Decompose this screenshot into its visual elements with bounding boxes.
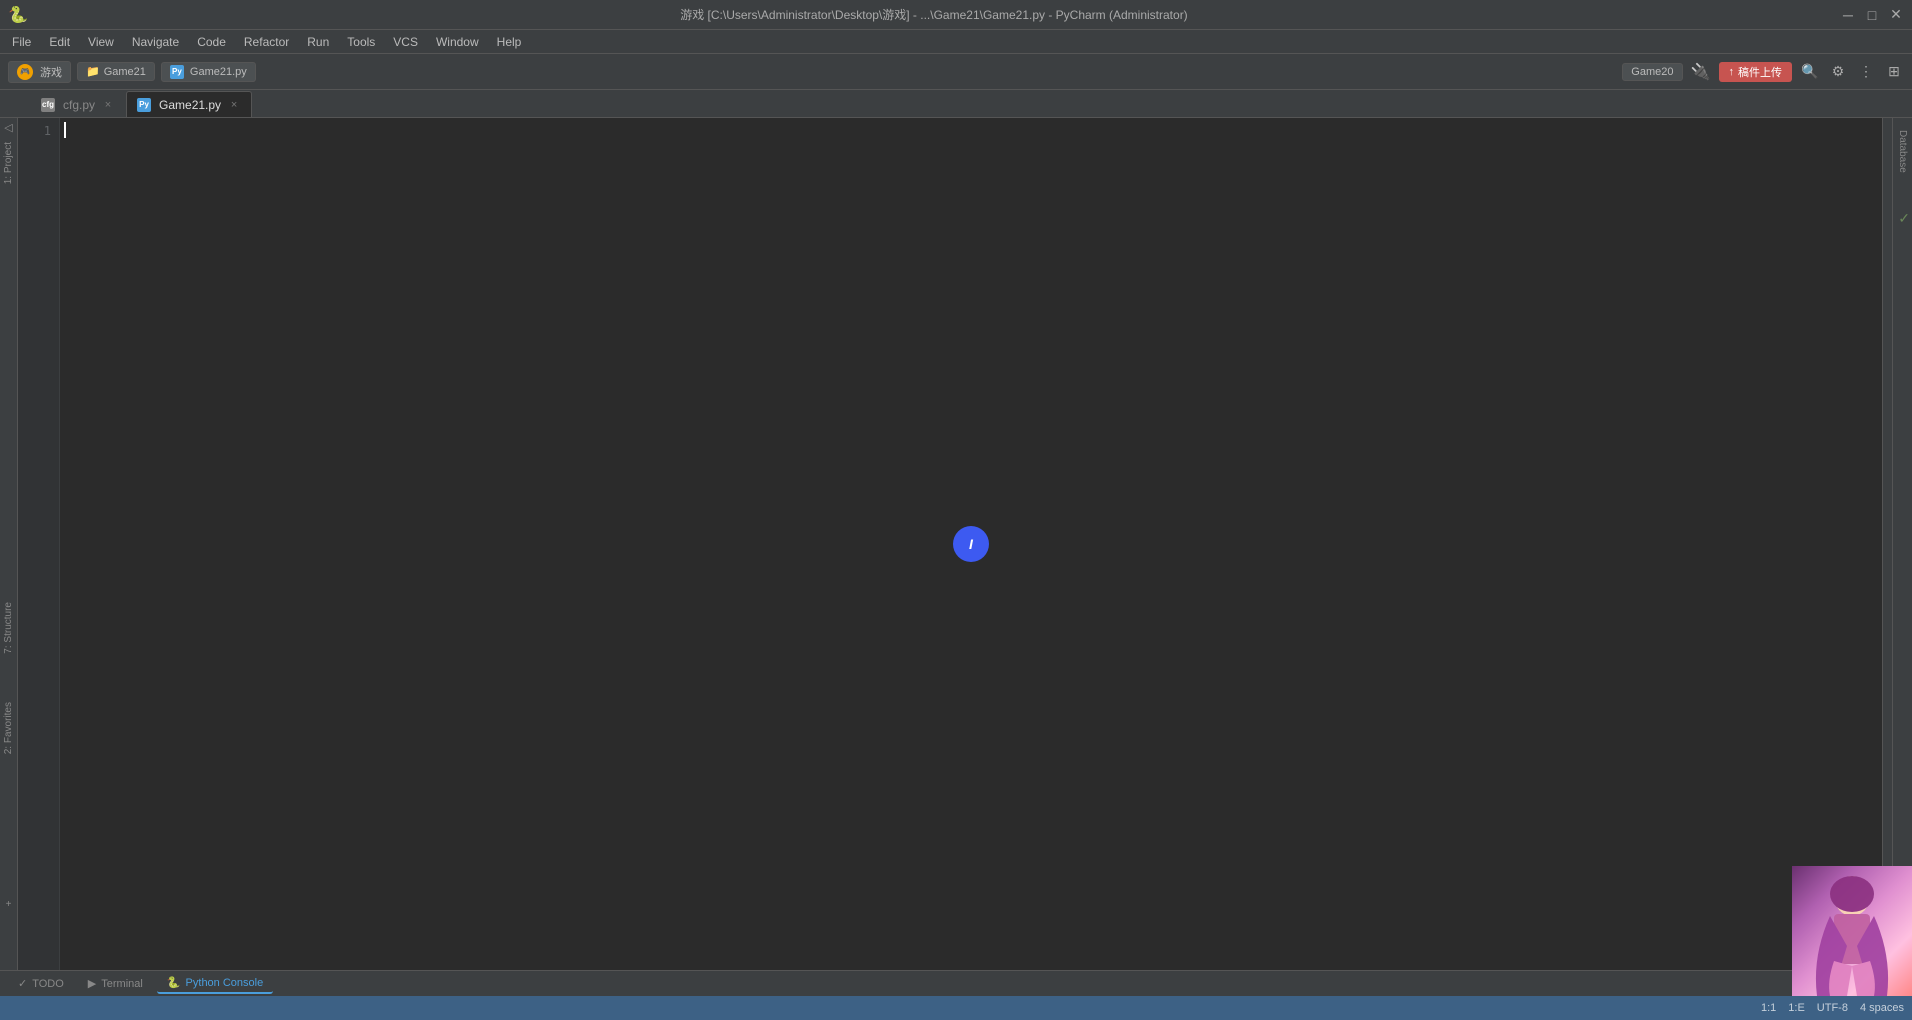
game-icon: 🎮 [17,64,33,80]
menu-code[interactable]: Code [189,33,234,51]
code-editor[interactable]: I [60,118,1882,970]
minimize-button[interactable]: ─ [1840,7,1856,23]
vertical-scrollbar[interactable] [1882,118,1892,970]
menu-edit[interactable]: Edit [41,33,78,51]
upload-icon: ↑ [1729,66,1735,78]
database-panel-label[interactable]: Database [1895,122,1910,181]
recent-project-name: Game20 [1631,66,1673,78]
menu-help[interactable]: Help [489,33,530,51]
right-sidebar: Database ✓ [1892,118,1912,970]
bottom-tabs: ✓ TODO ▶ Terminal 🐍 Python Console [0,970,1912,996]
left-sidebar: ◁ 1: Project 7: Structure 2: Favorites + [0,118,18,970]
character-image [1792,866,1912,996]
project-panel-label[interactable]: 1: Project [1,138,16,188]
recent-project-btn[interactable]: Game20 [1622,63,1682,81]
status-bar: 1:1 1:E UTF-8 4 spaces [0,996,1912,1020]
py-icon: Py [137,98,151,112]
menu-vcs[interactable]: VCS [385,33,426,51]
encoding[interactable]: UTF-8 [1817,1002,1848,1014]
close-button[interactable]: ✕ [1888,7,1904,23]
folder-icon: 📁 [86,65,100,78]
toolbar-right: Game20 🔌 ↑ 稿件上传 🔍 ⚙ ⋮ ⊞ [1622,62,1904,82]
menu-window[interactable]: Window [428,33,487,51]
file-selector[interactable]: Py Game21.py [161,62,256,82]
window-controls: ─ □ ✕ [1840,7,1904,23]
main-layout: ◁ 1: Project 7: Structure 2: Favorites +… [0,118,1912,970]
tab-terminal[interactable]: ▶ Terminal [78,974,153,993]
menu-tools[interactable]: Tools [339,33,383,51]
file-tabs: cfg cfg.py × Py Game21.py × [0,90,1912,118]
status-right: 1:1 1:E UTF-8 4 spaces [1761,1002,1904,1014]
add-panel-btn[interactable]: + [0,899,17,910]
tab-game21-label: Game21.py [159,98,221,112]
tab-cfg-close[interactable]: × [101,98,115,112]
tab-game21-py[interactable]: Py Game21.py × [126,91,252,117]
extra-icon[interactable]: ⊞ [1884,62,1904,82]
menu-navigate[interactable]: Navigate [124,33,187,51]
tab-python-console[interactable]: 🐍 Python Console [157,973,273,994]
tab-cfg-py[interactable]: cfg cfg.py × [30,91,126,117]
tab-cfg-label: cfg.py [63,98,95,112]
line-ending[interactable]: 4 spaces [1860,1002,1904,1014]
line-numbers: 1 [18,118,60,970]
terminal-icon: ▶ [88,977,96,990]
loading-indicator: I [953,526,989,562]
menu-bar: File Edit View Navigate Code Refactor Ru… [0,30,1912,54]
loading-label: I [969,536,973,552]
upload-label: 稿件上传 [1738,64,1782,80]
check-icon: ✓ [1898,210,1910,227]
menu-run[interactable]: Run [299,33,337,51]
todo-label: TODO [32,978,64,990]
tab-todo[interactable]: ✓ TODO [8,974,74,993]
game-character [1792,866,1912,996]
menu-view[interactable]: View [80,33,122,51]
title-bar: 🐍 游戏 [C:\Users\Administrator\Desktop\游戏]… [0,0,1912,30]
cursor-position[interactable]: 1:1 [1761,1002,1776,1014]
menu-refactor[interactable]: Refactor [236,33,297,51]
folder-name: Game21 [104,66,146,78]
toolbar: 🎮 游戏 📁 Game21 Py Game21.py Game20 🔌 ↑ 稿件… [0,54,1912,90]
title-left: 🐍 [8,5,28,25]
python-console-icon: 🐍 [167,976,181,989]
settings-icon[interactable]: ⚙ [1828,62,1848,82]
structure-panel-label[interactable]: 7: Structure [1,598,16,658]
window-title: 游戏 [C:\Users\Administrator\Desktop\游戏] -… [28,6,1840,23]
project-selector[interactable]: 🎮 游戏 [8,61,71,83]
app-icon: 🐍 [8,5,28,25]
favorites-panel-label[interactable]: 2: Favorites [1,698,16,758]
sidebar-collapse-btn[interactable]: ◁ [0,118,17,136]
cfg-icon: cfg [41,98,55,112]
tab-game21-close[interactable]: × [227,98,241,112]
plugin-icon[interactable]: 🔌 [1691,62,1711,82]
file-name: Game21.py [190,66,247,78]
python-console-label: Python Console [186,977,264,989]
toolbar-left: 🎮 游戏 📁 Game21 Py Game21.py [8,61,256,83]
maximize-button[interactable]: □ [1864,7,1880,23]
terminal-label: Terminal [101,978,143,990]
line-info[interactable]: 1:E [1788,1002,1805,1014]
todo-icon: ✓ [18,977,27,990]
file-icon: Py [170,65,184,79]
upload-button[interactable]: ↑ 稿件上传 [1719,62,1793,82]
menu-file[interactable]: File [4,33,39,51]
search-icon[interactable]: 🔍 [1800,62,1820,82]
folder-selector[interactable]: 📁 Game21 [77,62,155,81]
editor-cursor [64,122,66,138]
more-icon[interactable]: ⋮ [1856,62,1876,82]
project-name: 游戏 [40,64,62,80]
editor-container: 1 I [18,118,1892,970]
